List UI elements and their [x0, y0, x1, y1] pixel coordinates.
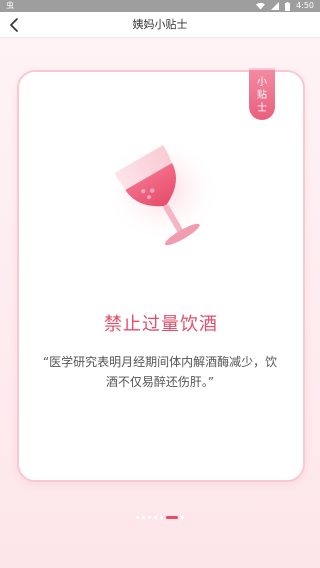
tip-badge: 小 贴 士	[249, 68, 275, 120]
tip-title: 禁止过量饮酒	[104, 314, 218, 335]
signal-icon	[271, 2, 280, 10]
page-dot-active[interactable]	[166, 515, 178, 519]
status-time: 4:50	[296, 1, 314, 10]
pagination-dots	[0, 514, 320, 520]
wifi-icon	[256, 2, 266, 10]
status-bar: 虫 4:50	[0, 0, 320, 12]
status-icons: 4:50	[256, 0, 314, 12]
tip-body: “医学研究表明月经期间体内解酒酶减少，饮酒不仅易醉还伤肝。”	[42, 355, 278, 389]
badge-char: 士	[257, 102, 267, 114]
wine-glass-icon	[100, 140, 220, 270]
badge-char: 贴	[257, 89, 267, 101]
page-title: 姨妈小贴士	[132, 18, 188, 31]
page-dot[interactable]	[136, 515, 139, 519]
badge-char: 小	[257, 76, 267, 88]
status-left-text: 虫	[6, 1, 14, 10]
page-dot[interactable]	[142, 515, 145, 519]
nav-bar: 姨妈小贴士	[0, 12, 320, 38]
page-dot[interactable]	[154, 515, 157, 519]
tip-card	[17, 70, 305, 482]
page-dot[interactable]	[148, 515, 151, 519]
battery-icon	[285, 1, 291, 11]
page-dot[interactable]	[181, 515, 184, 519]
page-dot[interactable]	[160, 515, 163, 519]
